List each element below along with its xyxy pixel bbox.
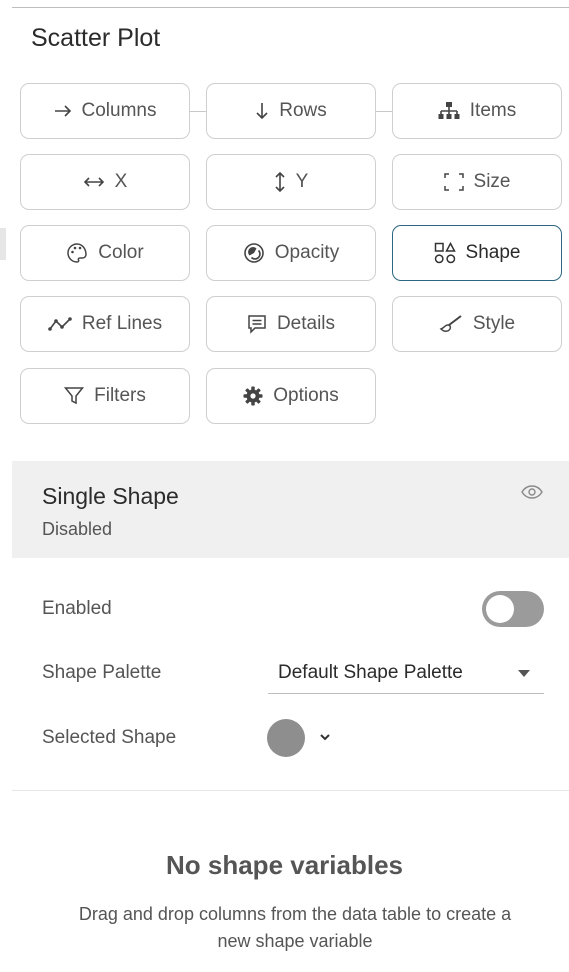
tile-label: Rows xyxy=(279,100,327,121)
tile-label: Columns xyxy=(81,100,157,121)
tile-label: X xyxy=(114,171,128,192)
selected-shape-picker[interactable] xyxy=(267,719,347,759)
shape-palette-label: Shape Palette xyxy=(42,662,162,683)
tile-label: Options xyxy=(273,385,339,406)
opacity-icon xyxy=(243,242,265,264)
tile-x[interactable]: X xyxy=(20,154,190,210)
tile-label: Items xyxy=(469,100,517,121)
tile-label: Shape xyxy=(465,242,521,263)
tile-label: Filters xyxy=(94,385,146,406)
visualization-settings-grid: Columns Rows Items X Y Size Color Opacit… xyxy=(20,83,562,428)
circle-shape-icon xyxy=(267,719,305,757)
tile-color[interactable]: Color xyxy=(20,225,190,281)
tile-details[interactable]: Details xyxy=(206,296,376,352)
ref-lines-icon xyxy=(48,317,72,331)
tile-columns[interactable]: Columns xyxy=(20,83,190,139)
panel-title: Scatter Plot xyxy=(31,24,161,52)
tile-style[interactable]: Style xyxy=(392,296,562,352)
tile-filters[interactable]: Filters xyxy=(20,368,190,424)
tile-label: Style xyxy=(472,313,516,334)
arrow-right-icon xyxy=(54,104,72,118)
panel-top-border xyxy=(12,7,569,8)
tile-label: Ref Lines xyxy=(81,313,163,334)
tile-shape[interactable]: Shape xyxy=(392,225,562,281)
details-icon xyxy=(247,314,267,334)
brush-icon xyxy=(439,314,463,334)
eye-icon[interactable] xyxy=(521,485,543,504)
palette-icon xyxy=(66,242,88,264)
tile-label: Color xyxy=(98,242,144,263)
shape-palette-value: Default Shape Palette xyxy=(278,662,463,683)
tile-ref-lines[interactable]: Ref Lines xyxy=(20,296,190,352)
section-divider xyxy=(12,790,569,791)
selected-shape-label: Selected Shape xyxy=(42,727,177,748)
tile-opacity[interactable]: Opacity xyxy=(206,225,376,281)
arrow-down-icon xyxy=(255,102,269,120)
gear-icon xyxy=(243,386,263,406)
hierarchy-icon xyxy=(438,101,460,121)
section-title: Single Shape xyxy=(42,483,179,509)
toggle-knob xyxy=(486,595,514,623)
tile-y[interactable]: Y xyxy=(206,154,376,210)
section-status: Disabled xyxy=(42,519,113,539)
tile-items[interactable]: Items xyxy=(392,83,562,139)
enabled-toggle[interactable] xyxy=(482,591,544,627)
tile-connector xyxy=(376,111,392,112)
tile-label: Size xyxy=(473,171,511,192)
tile-rows[interactable]: Rows xyxy=(206,83,376,139)
enabled-label: Enabled xyxy=(42,598,112,619)
shapes-icon xyxy=(434,242,456,264)
empty-state-title: No shape variables xyxy=(166,850,403,880)
tile-options[interactable]: Options xyxy=(206,368,376,424)
tile-label: Opacity xyxy=(274,242,340,263)
chevron-down-icon xyxy=(319,729,331,747)
horizontal-arrows-icon xyxy=(83,176,105,188)
panel-resize-handle[interactable] xyxy=(0,228,6,260)
tile-label: Y xyxy=(295,171,309,192)
tile-label: Details xyxy=(276,313,336,334)
tile-size[interactable]: Size xyxy=(392,154,562,210)
single-shape-section[interactable]: Single Shape Disabled xyxy=(12,461,569,558)
filter-icon xyxy=(64,386,85,406)
shape-palette-dropdown[interactable]: Default Shape Palette xyxy=(268,654,544,694)
tile-connector xyxy=(190,111,206,112)
empty-state-description: Drag and drop columns from the data tabl… xyxy=(78,904,512,951)
vertical-arrows-icon xyxy=(274,171,286,193)
size-brackets-icon xyxy=(443,173,464,191)
caret-down-icon xyxy=(518,670,530,677)
